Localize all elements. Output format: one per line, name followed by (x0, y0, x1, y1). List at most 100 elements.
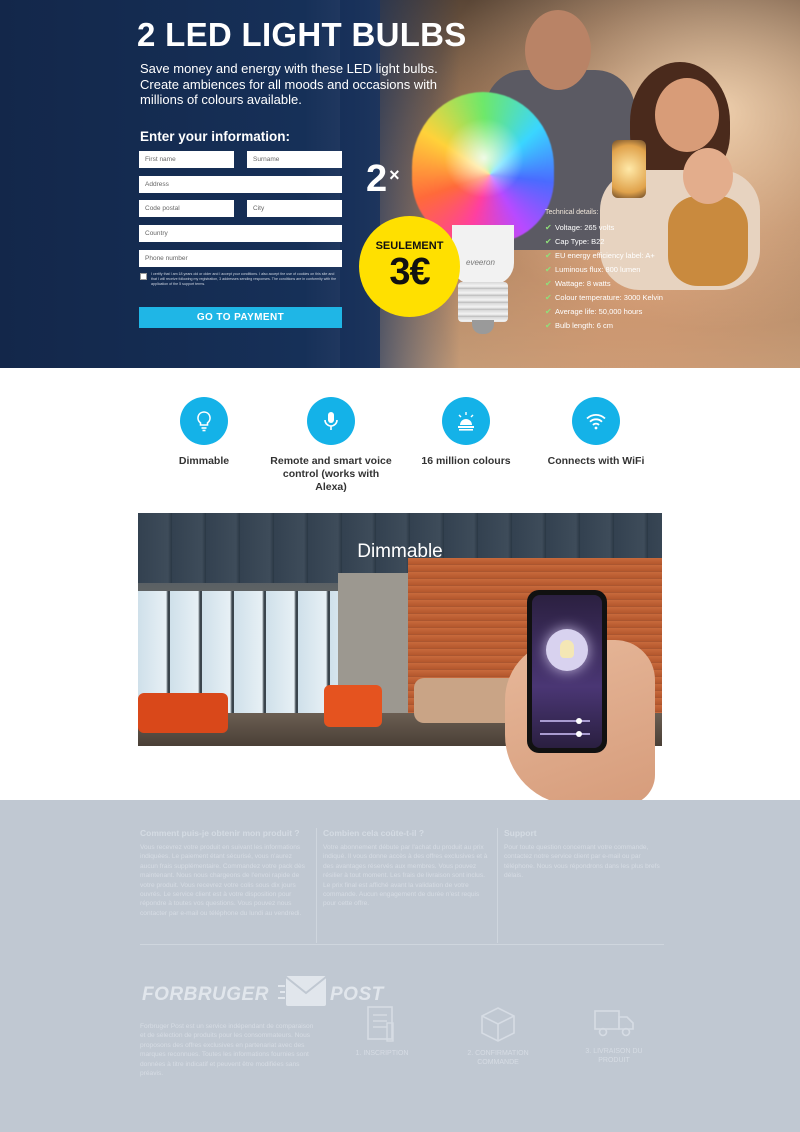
footer-column: Combien cela coûte-t-il ? Votre abonneme… (323, 828, 493, 909)
spec-text: EU energy efficiency label: A+ (555, 250, 655, 260)
phone-screen (532, 595, 602, 748)
photo-girl-body (668, 196, 748, 286)
photo-lantern (612, 140, 646, 198)
go-to-payment-button[interactable]: GO TO PAYMENT (139, 307, 342, 328)
scene-chair (324, 685, 382, 727)
footer-divider (497, 828, 498, 943)
multiplier-number: 2 (366, 158, 388, 200)
rgb-bulb-glass (412, 92, 554, 242)
box-icon (481, 1007, 515, 1042)
check-icon: ✔ (545, 236, 552, 246)
check-icon: ✔ (545, 320, 552, 330)
spec-item: ✔ EU energy efficiency label: A+ (545, 248, 675, 262)
feature-voice-control: Remote and smart voice control (works wi… (266, 397, 396, 494)
spec-text: Bulb length: 6 cm (555, 320, 613, 330)
check-icon: ✔ (545, 292, 552, 302)
quantity-multiplier: 2 × (366, 158, 400, 201)
footer-divider (316, 828, 317, 943)
feature-label: Remote and smart voice control (works wi… (270, 455, 392, 493)
photo-girl-head (683, 148, 733, 204)
form-title: Enter your information: (140, 129, 291, 144)
city-field[interactable] (247, 200, 342, 217)
footer-heading: Comment puis-je obtenir mon produit ? (140, 828, 300, 838)
spec-list: Technical details: ✔ Voltage: 265 volts ✔… (545, 205, 675, 332)
spec-text: Average life: 50,000 hours (555, 306, 643, 316)
step-registration: 1. INSCRIPTION (345, 1005, 419, 1058)
slider-knob (576, 718, 582, 724)
spec-item: ✔ Bulb length: 6 cm (545, 318, 675, 332)
spec-text: Cap Type: B22 (555, 236, 605, 246)
scene-title: Dimmable (357, 541, 443, 562)
feature-label: Connects with WiFi (547, 455, 645, 467)
lightbulb-icon (180, 397, 228, 445)
footer-text: Vous recevrez votre produit en suivant l… (140, 844, 305, 917)
footer-text: Votre abonnement débute par l'achat du p… (323, 844, 488, 908)
spec-item: ✔ Wattage: 8 watts (545, 276, 675, 290)
feature-label: 16 million colours (421, 455, 511, 467)
step-label: 2. CONFIRMATION COMMANDE (467, 1050, 529, 1066)
brightness-slider (540, 718, 590, 724)
spec-item: ✔ Luminous flux: 800 lumen (545, 262, 675, 276)
first-name-field[interactable] (139, 151, 234, 168)
postal-code-field[interactable] (139, 200, 234, 217)
footer-text: Pour toute question concernant votre com… (504, 844, 660, 880)
footer-about-text: Forbruger Post est un service indépendan… (140, 1023, 314, 1078)
spec-header: Technical details: (545, 208, 599, 216)
step-confirmation: 2. CONFIRMATION COMMANDE (446, 1005, 550, 1067)
lamp-icon (442, 397, 490, 445)
price-badge: SEULEMENT 3€ (359, 216, 460, 317)
truck-icon (594, 1010, 634, 1037)
check-icon: ✔ (545, 222, 552, 232)
photo-woman-head (655, 78, 719, 152)
logo-text-right: POST (330, 984, 384, 1005)
spec-text: Voltage: 265 volts (555, 222, 615, 232)
address-field[interactable] (139, 176, 342, 193)
footer-heading: Combien cela coûte-t-il ? (323, 828, 425, 838)
bulb-neck (452, 225, 514, 285)
surname-field[interactable] (247, 151, 342, 168)
phone-field[interactable] (139, 250, 342, 267)
microphone-icon (307, 397, 355, 445)
scene-chair (138, 693, 228, 733)
spec-item: ✔ Cap Type: B22 (545, 234, 675, 248)
step-label: 3. LIVRAISON DU PRODUIT (585, 1048, 643, 1064)
spec-item: ✔ Colour temperature: 3000 Kelvin (545, 290, 675, 304)
footer-column: Support Pour toute question concernant v… (504, 828, 666, 881)
consent-checkbox[interactable] (140, 273, 147, 280)
slider-knob (576, 731, 582, 737)
bulb-brand: eveeron (466, 258, 495, 267)
app-bulb-icon (546, 629, 588, 671)
feature-dimmable: Dimmable (139, 397, 269, 468)
spec-item: ✔ Voltage: 265 volts (545, 220, 675, 234)
temperature-slider (540, 731, 590, 737)
step-delivery: 3. LIVRAISON DU PRODUIT (574, 1005, 654, 1065)
photo-man-head (525, 10, 591, 90)
spec-text: Wattage: 8 watts (555, 278, 611, 288)
envelope-icon (278, 976, 327, 1006)
form-icon (367, 1006, 394, 1042)
consent-text: I certify that I am 18 years old or olde… (151, 272, 337, 286)
spec-text: Luminous flux: 800 lumen (555, 264, 641, 274)
phone-image (527, 590, 607, 753)
bulb-base (458, 282, 508, 322)
logo-text-left: FORBRUGER (142, 984, 269, 1005)
check-icon: ✔ (545, 250, 552, 260)
spec-item: ✔ Average life: 50,000 hours (545, 304, 675, 318)
wifi-icon (572, 397, 620, 445)
price-value: 3€ (389, 251, 430, 293)
footer-column: Comment puis-je obtenir mon produit ? Vo… (140, 828, 310, 918)
feature-colours: 16 million colours (401, 397, 531, 468)
step-label: 1. INSCRIPTION (355, 1050, 409, 1057)
feature-label: Dimmable (178, 455, 230, 467)
check-icon: ✔ (545, 278, 552, 288)
multiplier-sign: × (389, 165, 400, 185)
footer-heading: Support (504, 828, 537, 838)
hero-title: 2 LED LIGHT BULBS (137, 16, 467, 53)
check-icon: ✔ (545, 264, 552, 274)
country-field[interactable] (139, 225, 342, 242)
check-icon: ✔ (545, 306, 552, 316)
footer-divider (140, 944, 664, 945)
feature-wifi: Connects with WiFi (531, 397, 661, 468)
spec-text: Colour temperature: 3000 Kelvin (555, 292, 663, 302)
hero-subtitle: Save money and energy with these LED lig… (140, 61, 438, 107)
